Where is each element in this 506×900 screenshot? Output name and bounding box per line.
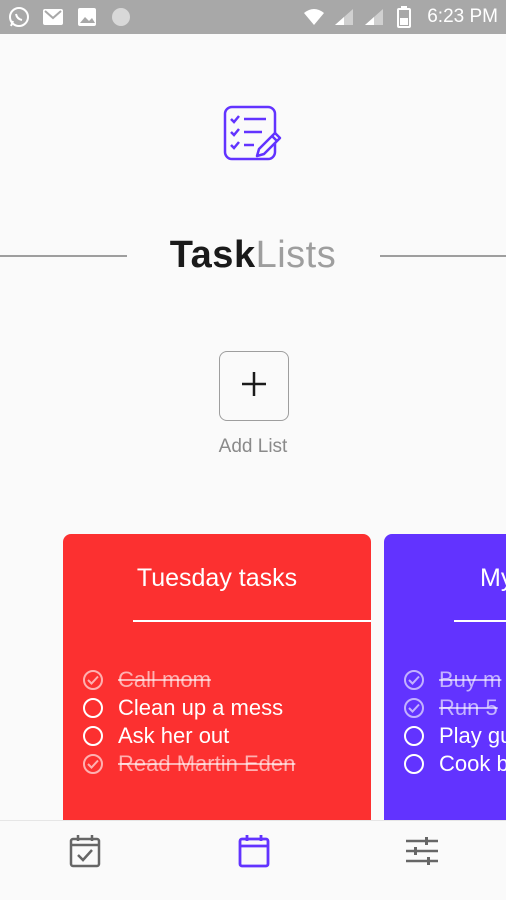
card-divider xyxy=(454,620,506,622)
task-text: Call mom xyxy=(118,667,211,692)
unchecked-circle-icon[interactable] xyxy=(404,726,424,746)
checked-circle-icon[interactable] xyxy=(83,670,103,690)
task-text: Read Martin Eden xyxy=(118,751,296,776)
task-text: Cook b xyxy=(439,751,506,776)
add-list-button[interactable] xyxy=(219,351,289,421)
page-title-bold: Task xyxy=(169,234,256,276)
settings-sliders-icon xyxy=(405,836,439,871)
nav-lists[interactable] xyxy=(234,833,274,873)
page-title-light: Lists xyxy=(255,234,337,276)
task-text: Run 5 xyxy=(439,695,498,720)
plus-icon xyxy=(241,371,267,402)
image-icon xyxy=(76,6,98,28)
calendar-check-icon xyxy=(69,834,101,873)
add-list-label: Add List xyxy=(218,436,288,457)
bottom-nav xyxy=(0,820,506,900)
card-title: Tuesday tasks xyxy=(136,564,298,592)
signal-icon xyxy=(363,6,385,28)
task-item[interactable]: Clean up a mess xyxy=(83,694,295,722)
unchecked-circle-icon[interactable] xyxy=(83,698,103,718)
status-notifications xyxy=(8,6,132,28)
whatsapp-icon xyxy=(8,6,30,28)
task-list: Call mom Clean up a mess Ask her out Rea… xyxy=(83,666,295,778)
task-list-card[interactable]: My Buy m Run 5 Play gu Cook b xyxy=(384,534,506,834)
nav-tasks[interactable] xyxy=(65,833,105,873)
page-title: TaskLists xyxy=(0,234,506,277)
task-item[interactable]: Ask her out xyxy=(83,722,295,750)
task-text: Ask her out xyxy=(118,723,230,748)
task-text: Play gu xyxy=(439,723,506,748)
task-item[interactable]: Run 5 xyxy=(404,694,506,722)
task-item[interactable]: Cook b xyxy=(404,750,506,778)
checked-circle-icon[interactable] xyxy=(83,754,103,774)
task-text: Clean up a mess xyxy=(118,695,284,720)
battery-icon xyxy=(393,6,415,28)
task-item[interactable]: Buy m xyxy=(404,666,506,694)
status-bar: 6:23 PM xyxy=(0,0,506,34)
card-divider xyxy=(133,620,371,622)
unchecked-circle-icon[interactable] xyxy=(83,726,103,746)
signal-icon xyxy=(333,6,355,28)
tasklist-edit-icon xyxy=(222,104,284,164)
wifi-icon xyxy=(303,6,325,28)
task-item[interactable]: Call mom xyxy=(83,666,295,694)
task-list: Buy m Run 5 Play gu Cook b xyxy=(404,666,506,778)
nav-settings[interactable] xyxy=(402,833,442,873)
status-time: 6:23 PM xyxy=(427,6,498,27)
task-item[interactable]: Read Martin Eden xyxy=(83,750,295,778)
task-item[interactable]: Play gu xyxy=(404,722,506,750)
task-list-card[interactable]: Tuesday tasks Call mom Clean up a mess A… xyxy=(63,534,371,834)
task-text: Buy m xyxy=(439,667,502,692)
checked-circle-icon[interactable] xyxy=(404,698,424,718)
status-system: 6:23 PM xyxy=(303,6,498,28)
checked-circle-icon[interactable] xyxy=(404,670,424,690)
circle-icon xyxy=(110,6,132,28)
gmail-icon xyxy=(42,6,64,28)
card-title: My xyxy=(480,564,506,592)
unchecked-circle-icon[interactable] xyxy=(404,754,424,774)
calendar-icon xyxy=(238,834,270,873)
